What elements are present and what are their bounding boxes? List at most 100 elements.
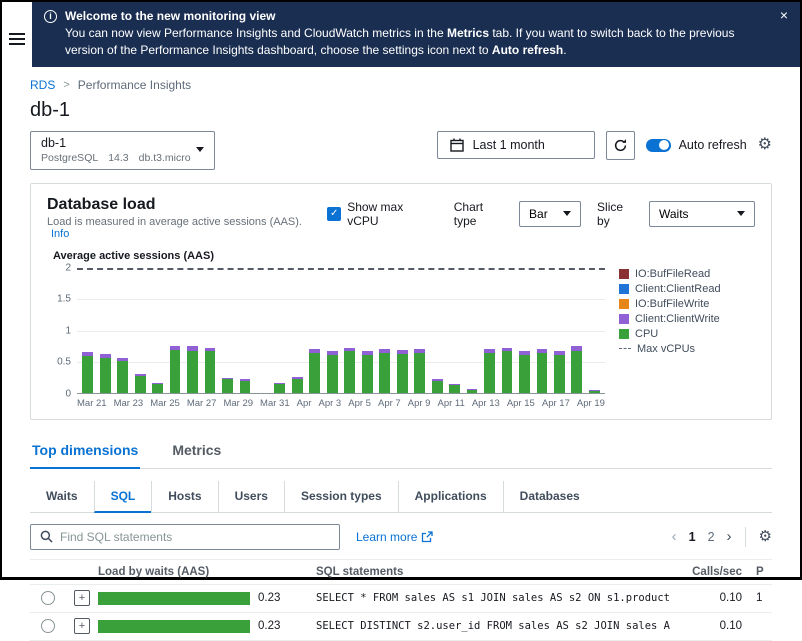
chart-bar-slot[interactable] (131, 268, 148, 393)
col-sql-statements[interactable]: SQL statements (316, 566, 670, 578)
refresh-button[interactable] (606, 131, 635, 160)
stacked-bar (344, 348, 355, 393)
settings-gear-icon[interactable]: ⚙ (758, 137, 772, 153)
pagination-prev-icon[interactable]: ‹ (672, 529, 677, 544)
chart-bar-slot[interactable] (551, 268, 568, 393)
chart-bar-slot[interactable] (271, 268, 288, 393)
legend-item-client-clientread[interactable]: Client:ClientRead (619, 283, 755, 295)
tab-session-types[interactable]: Session types (284, 481, 398, 513)
show-max-vcpu-checkbox[interactable]: ✓ Show max vCPU (327, 200, 438, 228)
chart-bar-slot[interactable] (533, 268, 550, 393)
chart-bar-slot[interactable] (481, 268, 498, 393)
card-head-text: Database load Load is measured in averag… (47, 196, 327, 240)
tab-users[interactable]: Users (218, 481, 284, 513)
x-tick-label: Apr 17 (542, 398, 570, 409)
row-radio-button[interactable] (41, 591, 55, 605)
x-axis-line (77, 393, 605, 394)
chart-bar-slot[interactable] (568, 268, 585, 393)
chart-bar-slot[interactable] (446, 268, 463, 393)
bar-segment-cpu (484, 353, 495, 393)
col-load-by-waits[interactable]: Load by waits (AAS) (98, 566, 316, 578)
tab-sql[interactable]: SQL (94, 481, 152, 513)
legend-item-client-clientwrite[interactable]: Client:ClientWrite (619, 313, 755, 325)
chart-bar-slot[interactable] (79, 268, 96, 393)
time-range-picker[interactable]: Last 1 month (437, 131, 595, 159)
chart-bar-slot[interactable] (114, 268, 131, 393)
chart-bar-slot[interactable] (306, 268, 323, 393)
sql-statement-text[interactable]: SELECT * FROM sales AS s1 JOIN sales AS … (316, 592, 670, 604)
calendar-icon (450, 138, 464, 152)
chart-bar-slot[interactable] (376, 268, 393, 393)
tab-applications[interactable]: Applications (398, 481, 503, 513)
chart-bar-slot[interactable] (498, 268, 515, 393)
hamburger-menu-button[interactable] (9, 12, 25, 67)
breadcrumb-link-rds[interactable]: RDS (30, 78, 55, 92)
chart-bar-slot[interactable] (428, 268, 445, 393)
legend-item-max-vcpus[interactable]: Max vCPUs (619, 343, 755, 355)
bar-segment-cpu (344, 351, 355, 392)
chart-bar-slot[interactable] (324, 268, 341, 393)
expand-row-icon[interactable]: + (74, 590, 90, 606)
tab-databases[interactable]: Databases (503, 481, 596, 513)
chart-bar-slot[interactable] (219, 268, 236, 393)
legend-item-io-buffileread[interactable]: IO:BufFileRead (619, 268, 755, 280)
stacked-bar (502, 348, 513, 393)
chart-bar-slot[interactable] (289, 268, 306, 393)
table-row[interactable]: + 0.23 SELECT * FROM sales AS s1 JOIN sa… (30, 585, 772, 613)
bar-segment-cpu (362, 355, 373, 393)
chart-bar-slot[interactable] (411, 268, 428, 393)
legend-item-io-buffilewrite[interactable]: IO:BufFileWrite (619, 298, 755, 310)
pagination-next-icon[interactable]: › (727, 529, 732, 544)
x-tick-label: Mar 25 (150, 398, 180, 409)
slice-by-value: Waits (659, 207, 689, 221)
chart-bar-slot[interactable] (586, 268, 603, 393)
learn-more-link[interactable]: Learn more (356, 530, 433, 544)
chart-bar-slot[interactable] (393, 268, 410, 393)
chart-bar-slot[interactable] (201, 268, 218, 393)
chart-bar-slot[interactable] (184, 268, 201, 393)
info-banner: i Welcome to the new monitoring view You… (32, 2, 800, 67)
legend-item-cpu[interactable]: CPU (619, 328, 755, 340)
info-link[interactable]: Info (51, 228, 69, 240)
instance-selector-dropdown[interactable]: db-1 PostgreSQL 14.3 db.t3.micro (30, 131, 215, 170)
chart-bar-slot[interactable] (96, 268, 113, 393)
tab-waits[interactable]: Waits (30, 481, 94, 513)
slice-by-select[interactable]: Waits (649, 201, 755, 227)
tab-hosts[interactable]: Hosts (151, 481, 217, 513)
tab-metrics[interactable]: Metrics (170, 435, 223, 469)
chart-bar-slot[interactable] (516, 268, 533, 393)
chart-bar-slot[interactable] (463, 268, 480, 393)
table-settings-gear-icon[interactable]: ⚙ (759, 529, 772, 544)
sql-statement-text[interactable]: SELECT DISTINCT s2.user_id FROM sales AS… (316, 620, 670, 632)
hamburger-menu-icon (9, 33, 25, 45)
chart-bar-slot[interactable] (166, 268, 183, 393)
stacked-bar (484, 349, 495, 393)
legend-label: Client:ClientWrite (635, 313, 720, 325)
row-radio-button[interactable] (41, 619, 55, 633)
expand-row-icon[interactable]: + (74, 618, 90, 634)
stacked-bar (187, 346, 198, 392)
pagination-page-1[interactable]: 1 (689, 530, 696, 544)
tab-top-dimensions[interactable]: Top dimensions (30, 435, 140, 469)
x-tick-label: Apr 19 (577, 398, 605, 409)
color-swatch-icon (619, 284, 629, 294)
chart-bar-slot[interactable] (236, 268, 253, 393)
y-tick-label: 0.5 (57, 357, 71, 368)
bar-segment-cpu (327, 355, 338, 393)
bar-segment-cpu (502, 351, 513, 392)
y-tick-label: 1.5 (57, 294, 71, 305)
pagination-page-2[interactable]: 2 (708, 530, 715, 544)
chart-type-select[interactable]: Bar (519, 201, 581, 227)
sql-search-input[interactable] (60, 530, 330, 544)
table-header-row: Load by waits (AAS) SQL statements Calls… (30, 560, 772, 585)
chart-bar-slot[interactable] (149, 268, 166, 393)
col-calls-per-sec[interactable]: Calls/sec (670, 566, 742, 578)
close-icon[interactable]: × (780, 8, 788, 22)
table-row[interactable]: + 0.23 SELECT DISTINCT s2.user_id FROM s… (30, 613, 772, 641)
bar-segment-cpu (274, 384, 285, 392)
auto-refresh-toggle[interactable] (646, 139, 671, 152)
chart-bar-slot[interactable] (254, 268, 271, 393)
legend-label: Client:ClientRead (635, 283, 721, 295)
chart-bar-slot[interactable] (359, 268, 376, 393)
chart-bar-slot[interactable] (341, 268, 358, 393)
